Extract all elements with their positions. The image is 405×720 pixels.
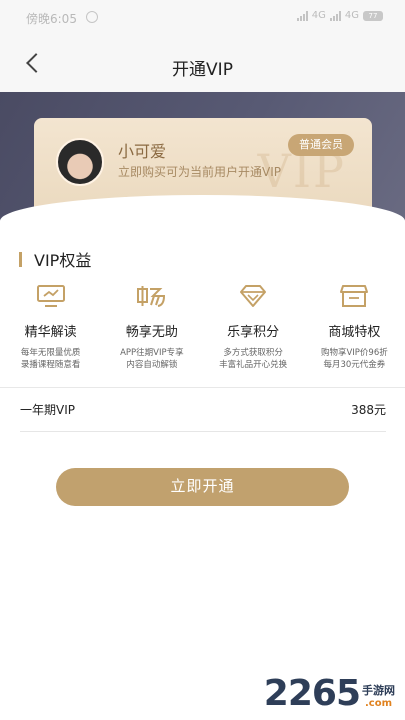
benefit-title: 商城特权 [328,325,381,340]
signal-icon-2 [329,10,341,21]
member-badge: 普通会员 [288,134,354,156]
status-time: 傍晚6:05 [26,12,77,26]
benefit-title: 畅享无助 [125,325,178,340]
benefit-desc: 每年无限量优质 录播课程随意看 [0,347,101,371]
benefits-title: VIP权益 [34,251,92,270]
store-icon [338,283,370,309]
benefit-desc-line: 录播课程随意看 [20,360,81,370]
avatar [56,138,104,186]
user-description: 立即购买可为当前用户开通VIP [118,165,281,179]
watermark-domain: .com [364,698,393,709]
tv-icon [35,283,67,309]
diamond-icon [237,283,269,309]
chang-character-icon [136,283,168,309]
benefit-title: 精华解读 [24,325,77,340]
watermark-side: 手游网 .com [362,682,395,709]
benefits-header: VIP权益 [19,247,91,271]
activate-vip-button[interactable]: 立即开通 [56,468,349,506]
plan-price: 388元 [351,403,386,417]
benefit-desc-line: 丰富礼品开心兑换 [219,360,288,370]
plan-option[interactable]: 一年期VIP 388元 [20,401,386,425]
benefit-desc-line: 每年无限量优质 [20,348,81,358]
benefit-desc-line: 购物享VIP价96折 [320,348,388,358]
benefit-desc-line: 多方式获取积分 [223,348,283,358]
benefit-item[interactable]: 精华解读 每年无限量优质 录播课程随意看 [0,283,101,371]
site-watermark: 2265 手游网 .com [264,676,395,712]
plan-divider [20,431,386,432]
divider [0,387,405,388]
benefit-item[interactable]: 商城特权 购物享VIP价96折 每月30元代金券 [304,283,405,371]
user-name: 小可爱 [118,142,167,161]
nav-bar: 开通VIP [0,36,405,92]
alarm-icon [86,11,98,23]
status-indicators: 4G 4G 77 [296,10,383,21]
benefit-desc-line: APP往期VIP专享 [120,348,184,358]
benefit-item[interactable]: 畅享无助 APP往期VIP专享 内容自动解锁 [101,283,202,371]
status-bar: 傍晚6:05 4G 4G 77 [0,0,405,36]
benefits-list: 精华解读 每年无限量优质 录播课程随意看 畅享无助 APP往期VIP专享 内容自动解… [0,283,405,371]
page-title: 开通VIP [172,60,233,80]
network-label-1: 4G [311,10,326,21]
watermark-number: 2265 [263,673,361,714]
benefit-desc: APP往期VIP专享 内容自动解锁 [101,347,202,371]
benefit-desc: 购物享VIP价96折 每月30元代金券 [304,347,405,371]
benefit-item[interactable]: 乐享积分 多方式获取积分 丰富礼品开心兑换 [203,283,304,371]
section-accent-bar [19,251,22,267]
network-label-2: 4G [344,10,359,21]
benefit-title: 乐享积分 [227,325,280,340]
content-panel: VIP权益 精华解读 每年无限量优质 录播课程随意看 畅享无助 APP往期VIP专… [0,195,405,720]
benefit-desc: 多方式获取积分 丰富礼品开心兑换 [203,347,304,371]
signal-icon [296,10,308,21]
watermark-name: 手游网 [362,684,395,697]
benefit-desc-line: 每月30元代金券 [323,360,386,370]
plan-name: 一年期VIP [20,403,75,417]
battery-icon: 77 [363,10,383,21]
benefit-desc-line: 内容自动解锁 [126,360,178,370]
